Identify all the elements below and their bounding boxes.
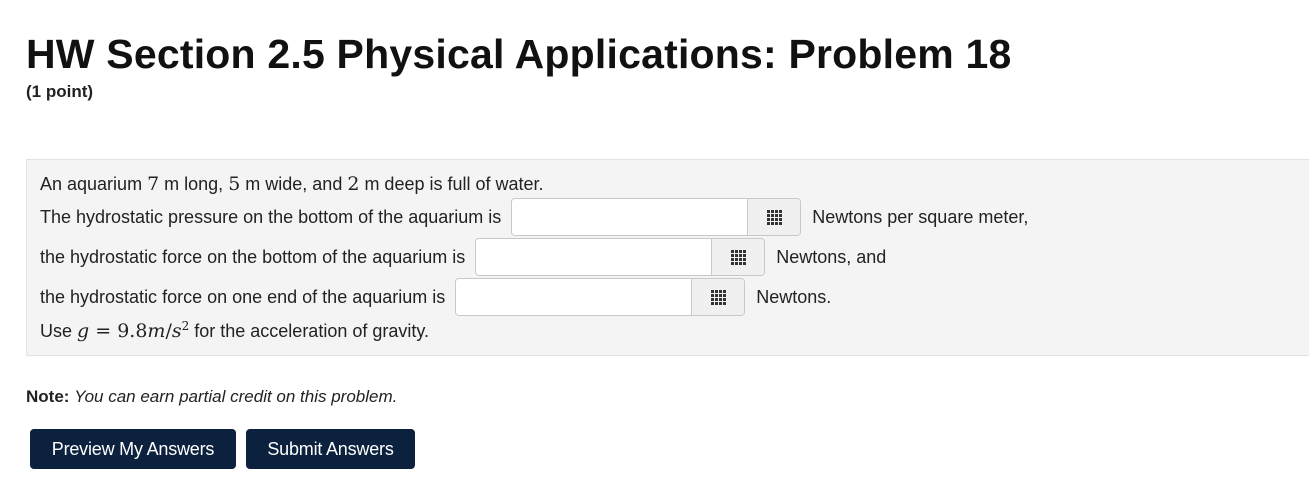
answer-unit: Newtons per square meter, [812,206,1029,227]
answer-box [475,238,766,276]
bottom-force-input[interactable] [476,239,712,275]
answer-label: The hydrostatic pressure on the bottom o… [40,206,502,227]
end-force-input[interactable] [456,279,692,315]
note-text: You can earn partial credit on this prob… [74,387,398,406]
gravity-value: 9.8 [117,320,148,342]
partial-credit-note: Note: You can earn partial credit on thi… [26,387,397,407]
gravity-text: for the acceleration of gravity. [189,321,430,341]
gravity-unit: s [171,320,182,342]
gravity-symbol: g [77,320,90,342]
answer-label: the hydrostatic force on the bottom of t… [40,246,466,267]
answer-unit: Newtons. [756,286,832,307]
length-value: 7 [147,173,160,195]
equation-editor-button[interactable] [747,199,801,235]
grid-icon [766,209,782,225]
pressure-input[interactable] [512,199,748,235]
answer-row-pressure: The hydrostatic pressure on the bottom o… [40,197,1028,237]
answer-unit: Newtons, and [776,246,887,267]
problem-intro: An aquarium 7 m long, 5 m wide, and 2 m … [40,173,544,195]
grid-icon [710,289,726,305]
width-value: 5 [228,173,241,195]
preview-answers-button[interactable]: Preview My Answers [30,429,236,469]
grid-icon [730,249,746,265]
depth-value: 2 [347,173,360,195]
answer-row-bottom-force: the hydrostatic force on the bottom of t… [40,237,886,277]
intro-text: m deep is full of water. [359,174,544,194]
intro-text: m long, [159,174,229,194]
gravity-note: Use g = 9.8m/s2 for the acceleration of … [40,319,429,342]
gravity-unit: m [147,320,166,342]
answer-box [455,278,746,316]
point-value: (1 point) [26,82,94,101]
note-label: Note: [26,387,70,406]
answer-label: the hydrostatic force on one end of the … [40,286,446,307]
equation-editor-button[interactable] [711,239,765,275]
submit-answers-button[interactable]: Submit Answers [246,429,415,469]
problem-panel: An aquarium 7 m long, 5 m wide, and 2 m … [26,159,1309,356]
intro-text: An aquarium [40,174,148,194]
equals-sign: = [89,320,118,342]
answer-box [511,198,802,236]
gravity-text: Use [40,321,78,341]
equation-editor-button[interactable] [691,279,745,315]
answer-row-end-force: the hydrostatic force on one end of the … [40,277,831,317]
intro-text: m wide, and [240,174,348,194]
page-title: HW Section 2.5 Physical Applications: Pr… [26,31,1012,77]
